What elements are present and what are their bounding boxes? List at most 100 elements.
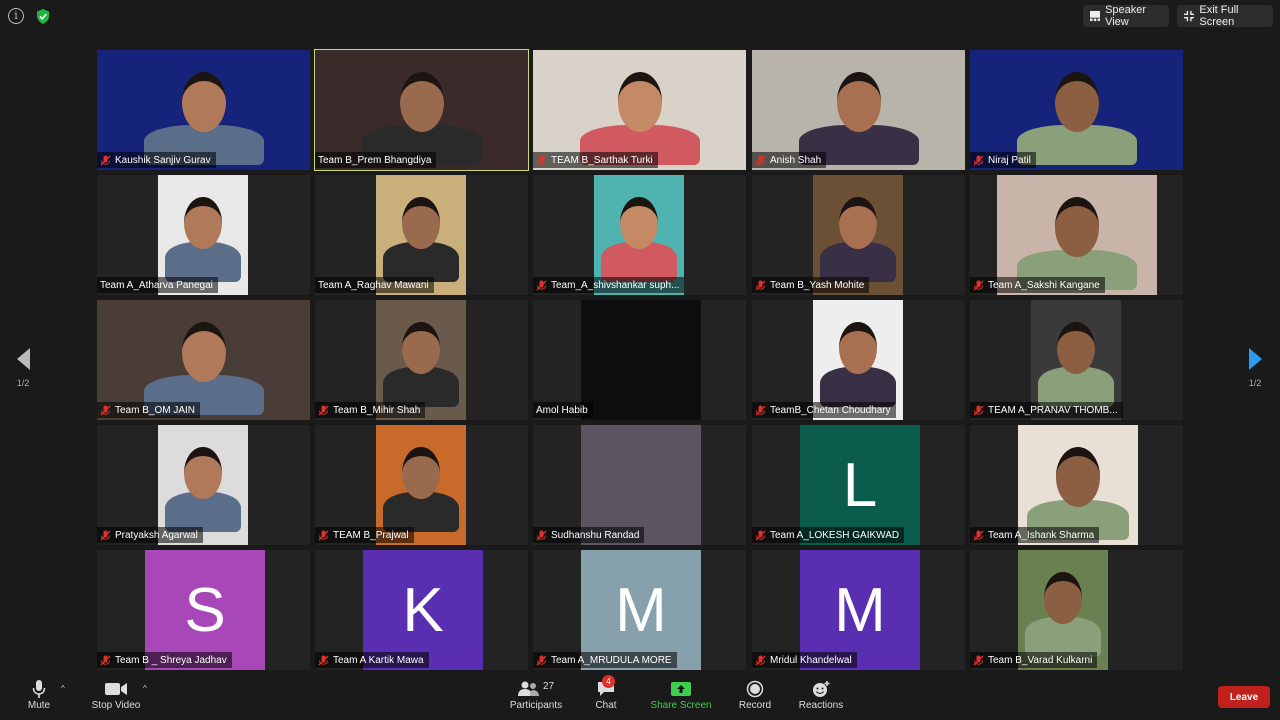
- record-icon: [746, 680, 764, 698]
- participant-name-tag: Team A_LOKESH GAIKWAD: [752, 527, 905, 543]
- participant-tile[interactable]: TEAM A_PRANAV THOMB...: [970, 300, 1183, 420]
- participant-tile[interactable]: TeamB_Chetan Choudhary: [752, 300, 965, 420]
- participant-name: Team A_Atharva Panegai: [100, 279, 213, 291]
- participant-head: [402, 322, 440, 375]
- participant-name: Team A_LOKESH GAIKWAD: [770, 529, 900, 541]
- participant-name: TEAM B_Sarthak Turki: [551, 154, 653, 166]
- participant-name-tag: TEAM B_Sarthak Turki: [533, 152, 658, 168]
- participant-video: [581, 300, 701, 420]
- next-page-button[interactable]: 1/2: [1244, 348, 1266, 398]
- participant-name: TEAM A_PRANAV THOMB...: [988, 404, 1118, 416]
- share-screen-button[interactable]: Share Screen: [648, 678, 714, 711]
- muted-mic-icon: [100, 655, 111, 665]
- participant-tile[interactable]: Team B_Varad Kulkarni: [970, 550, 1183, 670]
- participant-tile[interactable]: Team B_Prem Bhangdiya: [314, 49, 529, 171]
- participant-name-tag: Team A Kartik Mawa: [315, 652, 429, 668]
- participant-head: [1054, 72, 1099, 132]
- participant-tile[interactable]: TEAM B_Prajwal: [315, 425, 528, 545]
- participant-tile[interactable]: Team B_OM JAIN: [97, 300, 310, 420]
- leave-button[interactable]: Leave: [1218, 686, 1270, 708]
- muted-mic-icon: [755, 530, 766, 540]
- muted-mic-icon: [755, 405, 766, 415]
- mute-label: Mute: [27, 700, 51, 711]
- exit-fullscreen-icon: [1184, 10, 1195, 22]
- participant-tile[interactable]: K Team A Kartik Mawa: [315, 550, 528, 670]
- participants-button[interactable]: 27 Participants: [506, 678, 566, 712]
- participant-name: Team A_MRUDULA MORE: [551, 654, 672, 666]
- camera-icon: [105, 683, 127, 695]
- participant-tile[interactable]: M Mridul Khandelwal: [752, 550, 965, 670]
- participant-name-tag: Kaushik Sanjiv Gurav: [97, 152, 216, 168]
- participant-tile[interactable]: Team A_Sakshi Kangane: [970, 175, 1183, 295]
- participants-label: Participants: [509, 700, 563, 711]
- participant-name-tag: Team A_MRUDULA MORE: [533, 652, 677, 668]
- participant-tile[interactable]: Sudhanshu Randad: [533, 425, 746, 545]
- participant-name-tag: Team B_OM JAIN: [97, 402, 201, 418]
- muted-mic-icon: [755, 155, 766, 165]
- participant-name: Amol Habib: [536, 404, 588, 416]
- participant-tile[interactable]: Team A_Raghav Mawani: [315, 175, 528, 295]
- stop-video-label: Stop Video: [91, 700, 141, 711]
- participant-name-tag: Team B_Prem Bhangdiya: [315, 152, 437, 168]
- muted-mic-icon: [973, 155, 984, 165]
- participant-tile[interactable]: Team B_Yash Mohite: [752, 175, 965, 295]
- mute-button[interactable]: Mute: [20, 678, 58, 711]
- reactions-label: Reactions: [798, 700, 844, 711]
- participant-name-tag: Team B _ Shreya Jadhav: [97, 652, 232, 668]
- exit-full-screen-button[interactable]: Exit Full Screen: [1177, 4, 1273, 28]
- participant-tile[interactable]: Anish Shah: [752, 50, 965, 170]
- participant-name: Team A_Ishank Sharma: [988, 529, 1095, 541]
- participant-tile[interactable]: M Team A_MRUDULA MORE: [533, 550, 746, 670]
- participant-name-tag: TeamB_Chetan Choudhary: [752, 402, 896, 418]
- chat-label: Chat: [595, 700, 617, 711]
- participant-tile[interactable]: Kaushik Sanjiv Gurav: [97, 50, 310, 170]
- participant-tile[interactable]: Team A_Ishank Sharma: [970, 425, 1183, 545]
- participant-head: [836, 72, 881, 132]
- participant-name: Mridul Khandelwal: [770, 654, 852, 666]
- participant-tile[interactable]: Pratyaksh Agarwal: [97, 425, 310, 545]
- muted-mic-icon: [973, 655, 984, 665]
- participant-tile[interactable]: Team B_Mihir Shah: [315, 300, 528, 420]
- microphone-icon: [32, 680, 46, 698]
- participant-head: [184, 197, 222, 250]
- participant-head: [1056, 447, 1100, 507]
- participant-tile[interactable]: L Team A_LOKESH GAIKWAD: [752, 425, 965, 545]
- participant-head: [181, 72, 226, 132]
- top-bar: i Speaker View Exit Full Screen: [0, 0, 1280, 34]
- muted-mic-icon: [973, 280, 984, 290]
- speaker-view-button[interactable]: Speaker View: [1083, 4, 1169, 28]
- previous-page-button[interactable]: 1/2: [12, 348, 34, 398]
- video-options-caret[interactable]: ^: [143, 684, 147, 693]
- participant-head: [399, 72, 444, 132]
- meeting-toolbar: Mute ^ Stop Video ^ 27 Participants 4 Ch…: [0, 672, 1280, 720]
- shield-icon[interactable]: [35, 8, 51, 25]
- reactions-button[interactable]: Reactions: [797, 678, 845, 711]
- participant-tile[interactable]: Team_A_shivshankar suph...: [533, 175, 746, 295]
- speaker-view-label: Speaker View: [1105, 4, 1147, 28]
- participant-tile[interactable]: Team A_Atharva Panegai: [97, 175, 310, 295]
- participant-name-tag: Team A_Atharva Panegai: [97, 277, 218, 293]
- audio-options-caret[interactable]: ^: [61, 684, 65, 693]
- muted-mic-icon: [536, 655, 547, 665]
- participant-name: Team B_Yash Mohite: [770, 279, 865, 291]
- participant-name: Team A_Sakshi Kangane: [988, 279, 1100, 291]
- participant-name: TEAM B_Prajwal: [333, 529, 409, 541]
- page-indicator-left: 1/2: [16, 378, 30, 388]
- chat-button[interactable]: 4 Chat: [590, 675, 622, 711]
- muted-mic-icon: [318, 530, 329, 540]
- info-icon[interactable]: i: [8, 8, 24, 24]
- record-label: Record: [738, 700, 772, 711]
- stop-video-button[interactable]: Stop Video: [88, 678, 144, 711]
- participant-head: [839, 197, 877, 250]
- muted-mic-icon: [536, 530, 547, 540]
- reactions-icon: [813, 681, 830, 697]
- muted-mic-icon: [536, 155, 547, 165]
- record-button[interactable]: Record: [737, 678, 773, 711]
- share-screen-icon: [671, 682, 691, 696]
- participant-tile[interactable]: S Team B _ Shreya Jadhav: [97, 550, 310, 670]
- participant-tile[interactable]: Niraj Patil: [970, 50, 1183, 170]
- participant-name-tag: Niraj Patil: [970, 152, 1036, 168]
- participant-tile[interactable]: Amol Habib: [533, 300, 746, 420]
- muted-mic-icon: [973, 530, 984, 540]
- participant-tile[interactable]: TEAM B_Sarthak Turki: [533, 50, 746, 170]
